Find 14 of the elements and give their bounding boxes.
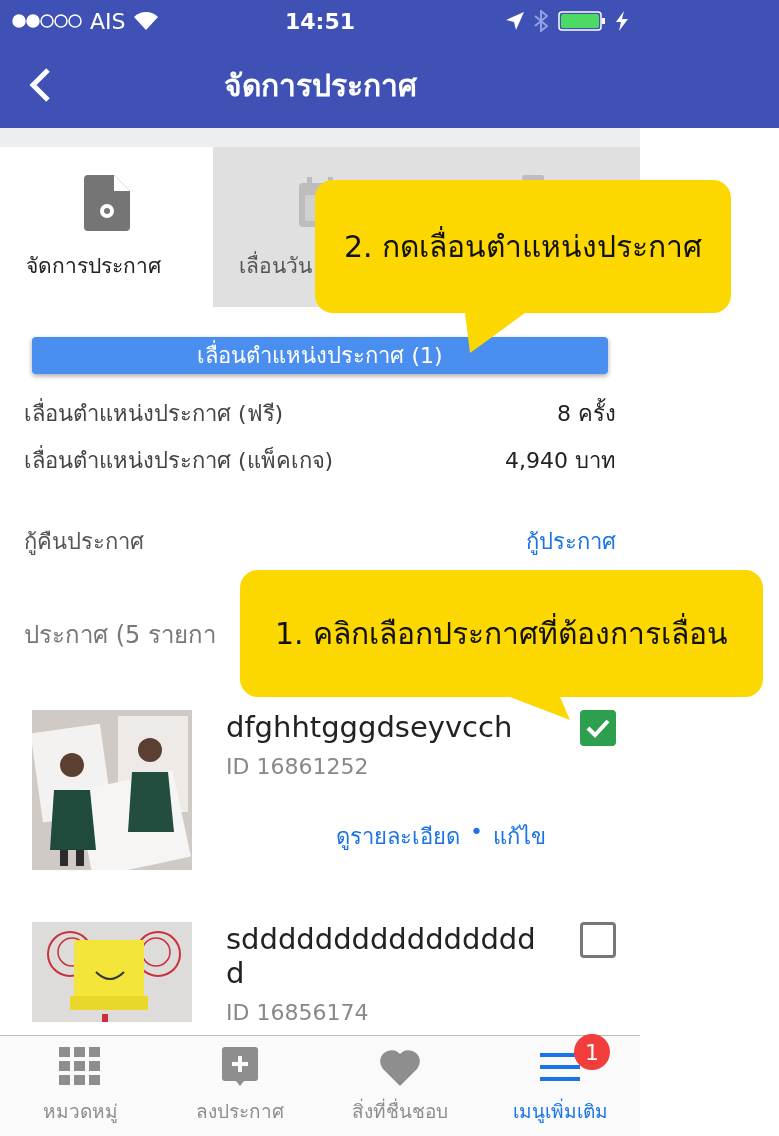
notification-badge: 1 [574,1034,610,1070]
listings-heading: ประกาศ (5 รายกา [24,621,216,649]
separator-dot: • [470,819,483,846]
listing-id: ID 16856174 [226,1000,370,1025]
listing-title: sddddddddddddddddd [226,922,537,990]
clock: 14:51 [283,8,356,34]
page-title: จัดการประกาศ [222,66,419,105]
quota-label: เลื่อนตำแหน่งประกาศ (ฟรี) [24,396,284,431]
carrier-name: AIS [90,8,126,34]
restore-label: กู้คืนประกาศ [24,528,144,557]
quota-label: เลื่อนตำแหน่งประกาศ (แพ็คเกจ) [24,443,334,478]
listing-id: ID 16861252 [226,754,370,779]
quota-value: 8 ครั้ง [557,396,616,431]
quota-value: 4,940 บาท [505,447,616,475]
